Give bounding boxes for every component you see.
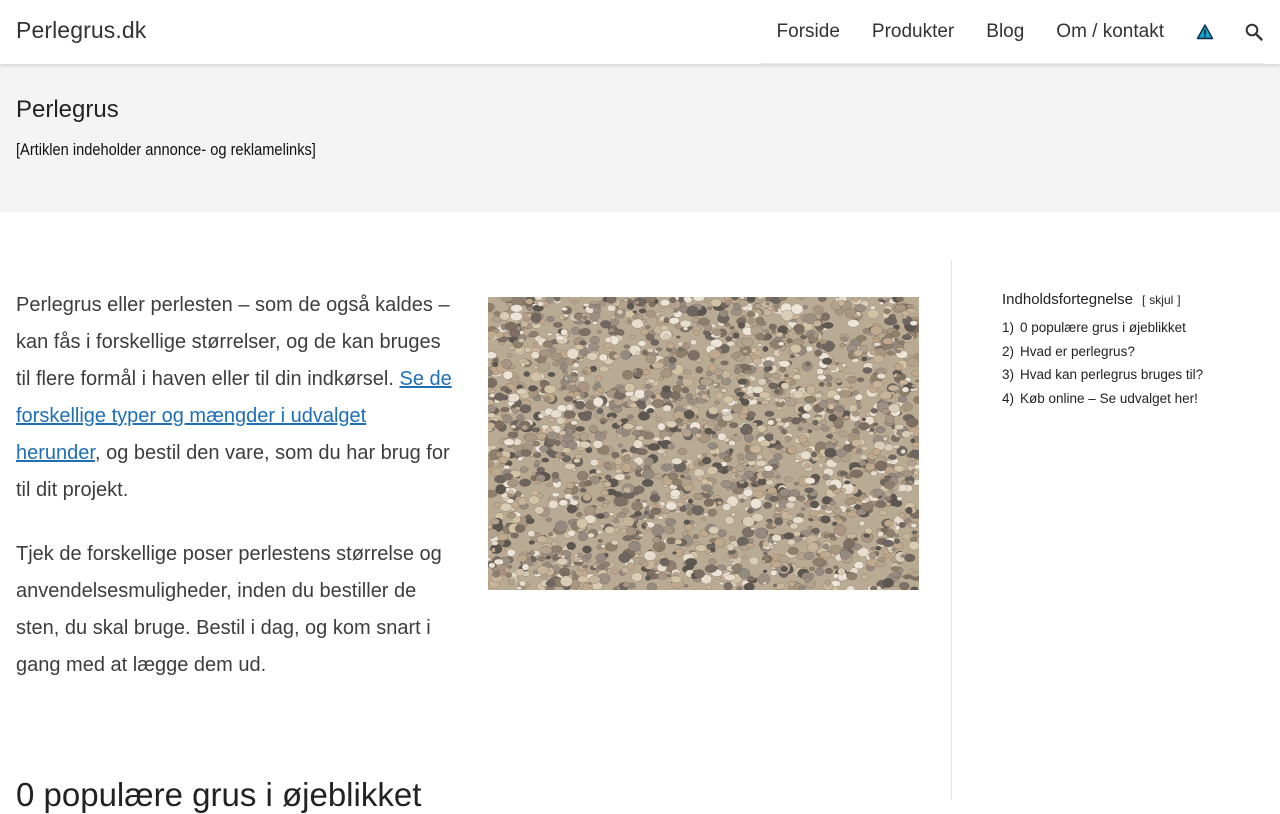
page-title: Perlegrus bbox=[16, 96, 119, 123]
main-nav: Forside Produkter Blog Om / kontakt bbox=[760, 0, 1264, 64]
nav-item-produkter[interactable]: Produkter bbox=[872, 21, 954, 43]
warning-icon[interactable] bbox=[1196, 23, 1214, 41]
toc-item-number: 4) bbox=[1002, 390, 1015, 406]
toc-list: 1) 0 populære grus i øjeblikket 2) Hvad er… bbox=[1002, 316, 1262, 410]
title-band bbox=[0, 64, 1280, 212]
toc-toggle[interactable]: [skjul] bbox=[1142, 293, 1181, 307]
section-heading: 0 populære grus i øjeblikket bbox=[16, 776, 422, 813]
toc-item-number: 2) bbox=[1002, 343, 1015, 359]
toc-item-label[interactable]: 0 populære grus i øjeblikket bbox=[1020, 320, 1186, 335]
toc-item[interactable]: 2) Hvad er perlegrus? bbox=[1002, 340, 1262, 364]
nav-item-blog[interactable]: Blog bbox=[986, 21, 1024, 43]
toc-item[interactable]: 4) Køb online – Se udvalget her! bbox=[1002, 387, 1262, 411]
toc-hide-link[interactable]: skjul bbox=[1149, 293, 1173, 307]
nav-item-om-kontakt[interactable]: Om / kontakt bbox=[1056, 21, 1164, 43]
sidebar-divider bbox=[951, 260, 952, 800]
ad-notice: [Artiklen indeholder annonce- og reklame… bbox=[16, 140, 316, 159]
site-header: Perlegrus.dk Forside Produkter Blog Om /… bbox=[0, 0, 1280, 64]
intro-text: Perlegrus eller perlesten – som de også … bbox=[16, 294, 450, 390]
toc-item-label[interactable]: Hvad er perlegrus? bbox=[1020, 344, 1135, 359]
toc-toggle-close: ] bbox=[1177, 293, 1181, 307]
site-title-link[interactable]: Perlegrus.dk bbox=[16, 17, 146, 44]
toc-item-label[interactable]: Hvad kan perlegrus bruges til? bbox=[1020, 367, 1203, 382]
toc-item-label[interactable]: Køb online – Se udvalget her! bbox=[1020, 391, 1198, 406]
toc-item-number: 1) bbox=[1002, 320, 1015, 335]
table-of-contents: Indholdsfortegnelse [skjul] 1) 0 populære… bbox=[1002, 291, 1262, 410]
toc-item[interactable]: 1) 0 populære grus i øjeblikket bbox=[1002, 316, 1262, 340]
intro-paragraph: Perlegrus eller perlesten – som de også … bbox=[16, 287, 456, 509]
nav-item-forside[interactable]: Forside bbox=[777, 21, 840, 43]
search-icon[interactable] bbox=[1244, 22, 1264, 42]
toc-toggle-open: [ bbox=[1141, 293, 1146, 307]
second-paragraph: Tjek de forskellige poser perlestens stø… bbox=[16, 543, 442, 676]
main-content: Perlegrus eller perlesten – som de også … bbox=[0, 212, 951, 813]
toc-title: Indholdsfortegnelse bbox=[1002, 291, 1133, 308]
toc-header: Indholdsfortegnelse [skjul] bbox=[1002, 291, 1262, 308]
gravel-image bbox=[488, 297, 919, 590]
toc-item[interactable]: 3) Hvad kan perlegrus bruges til? bbox=[1002, 363, 1262, 387]
toc-item-number: 3) bbox=[1002, 367, 1015, 382]
